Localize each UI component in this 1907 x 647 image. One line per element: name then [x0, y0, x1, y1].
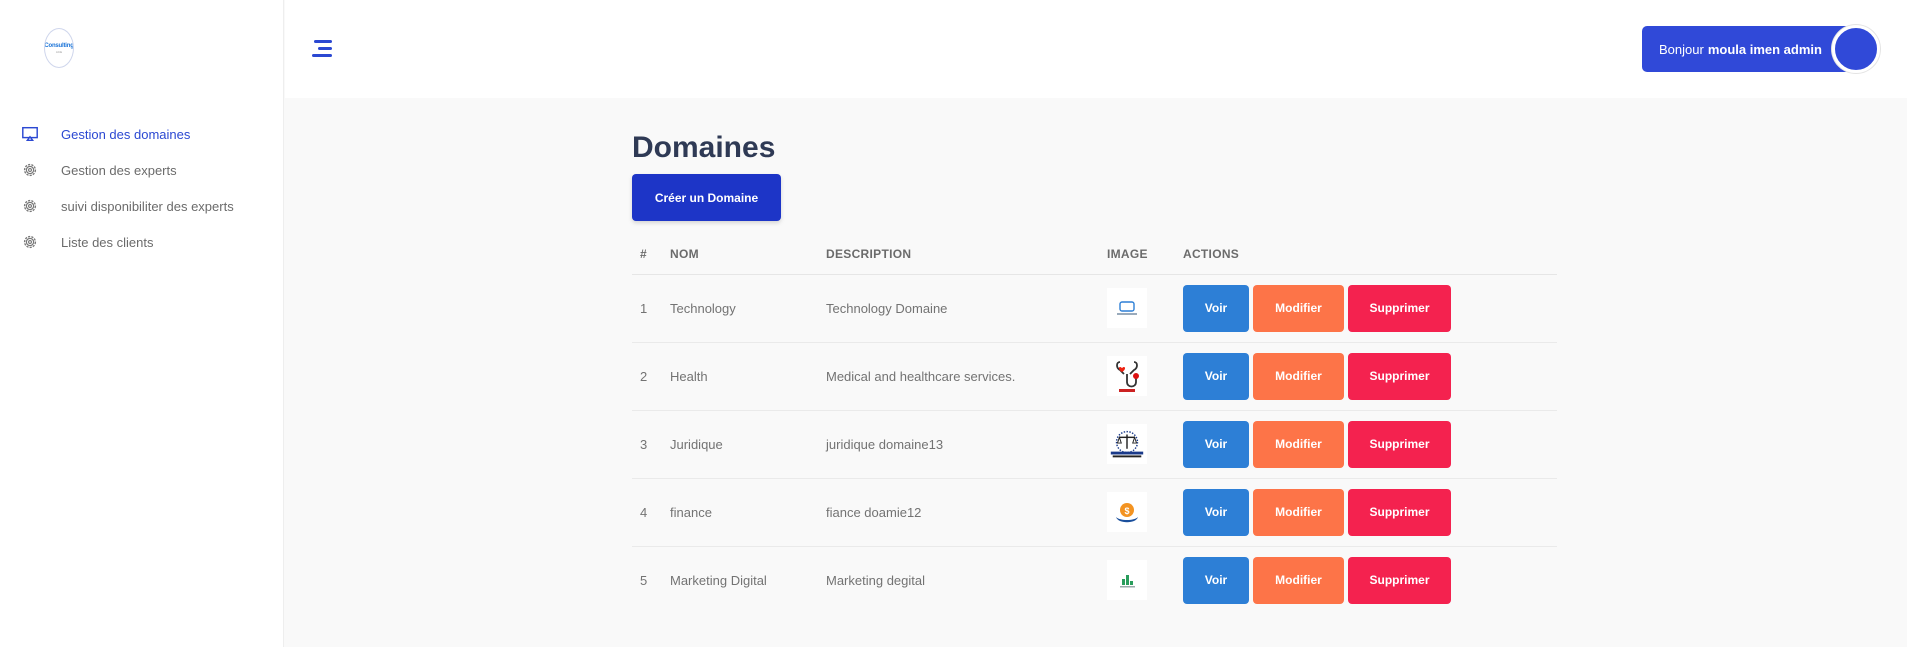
greeting-text: Bonjour	[1659, 41, 1704, 57]
username-text: moula imen admin	[1707, 41, 1822, 57]
sidebar-item-gestion-domaines[interactable]: Gestion des domaines	[0, 116, 284, 152]
create-domain-button[interactable]: Créer un Domaine	[632, 174, 781, 221]
gear-icon	[20, 232, 40, 252]
column-header-actions: ACTIONS	[1175, 234, 1557, 275]
logo-text: Consulting	[44, 42, 74, 49]
sidebar-item-label: Liste des clients	[61, 234, 154, 250]
domains-table: # NOM DESCRIPTION IMAGE ACTIONS 1 Techno…	[632, 234, 1557, 614]
sidebar-item-label: Gestion des experts	[61, 162, 177, 178]
row-actions: Voir Modifier Supprimer	[1175, 546, 1557, 614]
avatar[interactable]	[1832, 25, 1880, 73]
row-number: 5	[640, 572, 648, 588]
column-header-number: #	[632, 234, 662, 275]
row-nom: Juridique	[662, 410, 818, 479]
sidebar: Consulting ACE Gestion des domaines Gest…	[0, 0, 284, 647]
main-content: Domaines Créer un Domaine # NOM DESCRIPT…	[632, 130, 1557, 614]
finance-image: $	[1107, 492, 1147, 532]
delete-button[interactable]: Supprimer	[1348, 284, 1451, 332]
row-actions: Voir Modifier Supprimer	[1175, 410, 1557, 479]
sidebar-item-liste-clients[interactable]: Liste des clients	[0, 224, 284, 260]
table-row: 5 Marketing Digital Marketing degital Vo…	[632, 546, 1557, 614]
row-actions: Voir Modifier Supprimer	[1175, 478, 1557, 547]
view-button[interactable]: Voir	[1183, 284, 1249, 332]
sidebar-item-label: Gestion des domaines	[61, 126, 191, 142]
view-button[interactable]: Voir	[1183, 420, 1249, 468]
row-description: juridique domaine13	[818, 410, 1099, 479]
monitor-icon	[20, 124, 40, 144]
edit-button[interactable]: Modifier	[1253, 352, 1344, 400]
view-button[interactable]: Voir	[1183, 556, 1249, 604]
row-number: 2	[632, 342, 662, 411]
delete-button[interactable]: Supprimer	[1348, 352, 1451, 400]
row-nom: Health	[662, 342, 818, 411]
table-row: 2 Health Medical and healthcare services…	[632, 342, 1557, 411]
row-description: Technology Domaine	[818, 274, 1099, 343]
column-header-nom: NOM	[662, 234, 818, 275]
edit-button[interactable]: Modifier	[1253, 284, 1344, 332]
table-row: 4 finance fiance doamie12 $ Voir Modifier…	[632, 478, 1557, 547]
view-button[interactable]: Voir	[1183, 352, 1249, 400]
brand-logo[interactable]: Consulting ACE	[44, 28, 74, 68]
row-image-cell	[1099, 274, 1175, 343]
sidebar-item-gestion-experts[interactable]: Gestion des experts	[0, 152, 284, 188]
edit-button[interactable]: Modifier	[1253, 556, 1344, 604]
edit-button[interactable]: Modifier	[1253, 420, 1344, 468]
row-description: Medical and healthcare services.	[818, 342, 1099, 411]
top-header: Bonjour moula imen admin	[285, 0, 1907, 98]
delete-button[interactable]: Supprimer	[1348, 556, 1451, 604]
row-nom: finance	[662, 478, 818, 547]
column-header-image: IMAGE	[1099, 234, 1175, 275]
delete-button[interactable]: Supprimer	[1348, 488, 1451, 536]
delete-button[interactable]: Supprimer	[1348, 420, 1451, 468]
row-number: 3	[632, 410, 662, 479]
row-actions: Voir Modifier Supprimer	[1175, 342, 1557, 411]
svg-text:$: $	[1124, 506, 1129, 516]
row-nom: Technology	[662, 274, 818, 343]
table-row: 3 Juridique juridique domaine13 Voir Modi…	[632, 410, 1557, 479]
row-actions: Voir Modifier Supprimer	[1175, 274, 1557, 343]
technology-image	[1107, 288, 1147, 328]
marketing-image	[1107, 560, 1147, 601]
edit-button[interactable]: Modifier	[1253, 488, 1344, 536]
logo-subtext: ACE	[55, 49, 63, 54]
row-image-cell	[1099, 410, 1175, 479]
row-description: fiance doamie12	[818, 478, 1099, 547]
sidebar-nav: Gestion des domaines Gestion des experts…	[0, 116, 284, 260]
page-title: Domaines	[632, 131, 776, 164]
column-header-description: DESCRIPTION	[818, 234, 1099, 275]
table-header-row: # NOM DESCRIPTION IMAGE ACTIONS	[632, 234, 1557, 275]
justice-image	[1107, 424, 1147, 464]
gear-icon	[20, 160, 40, 180]
user-menu-button[interactable]: Bonjour moula imen admin	[1642, 26, 1852, 72]
table-row: 1 Technology Technology Domaine Voir Modi…	[632, 274, 1557, 343]
sidebar-item-label: suivi disponibiliter des experts	[61, 198, 234, 214]
row-image-cell	[1099, 342, 1175, 411]
sidebar-item-suivi-disponibiliter[interactable]: suivi disponibiliter des experts	[0, 188, 284, 224]
medical-image	[1107, 356, 1147, 396]
row-description: Marketing degital	[826, 572, 925, 588]
view-button[interactable]: Voir	[1183, 488, 1249, 536]
row-number: 1	[632, 274, 662, 343]
row-image-cell: $	[1099, 478, 1175, 547]
row-image-cell	[1099, 546, 1175, 614]
row-nom: Marketing Digital	[670, 572, 767, 588]
gear-icon	[20, 196, 40, 216]
menu-toggle-icon[interactable]	[310, 37, 332, 59]
row-number: 4	[632, 478, 662, 547]
